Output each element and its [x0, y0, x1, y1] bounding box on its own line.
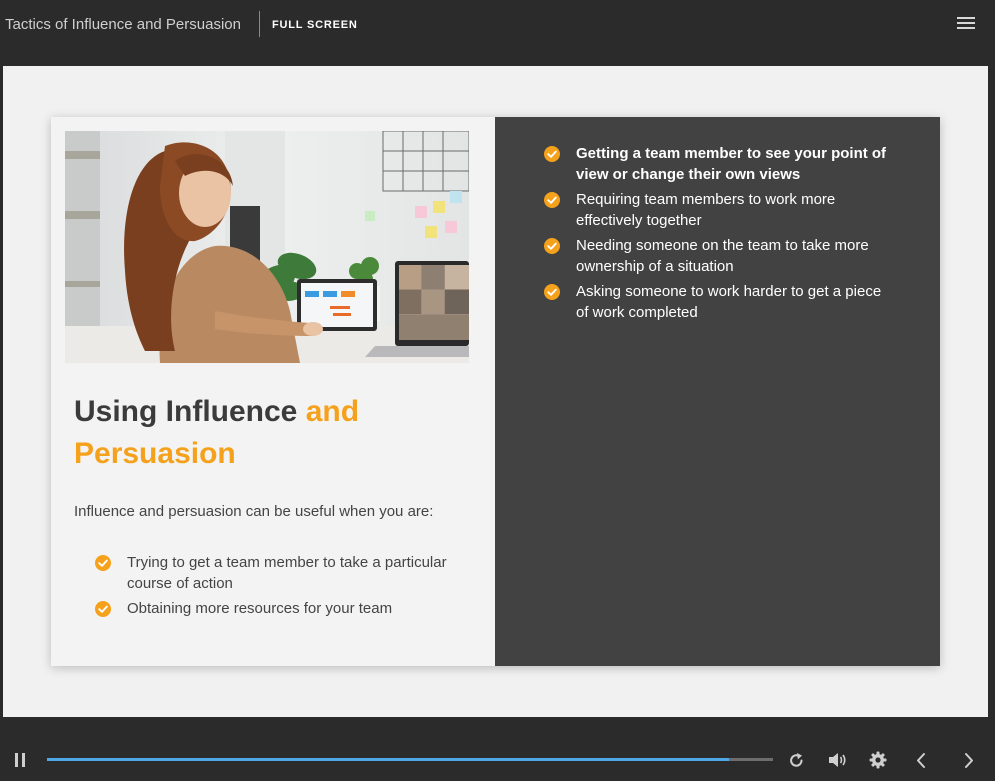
list-item-text: Obtaining more resources for your team: [127, 600, 393, 617]
next-icon[interactable]: [963, 752, 975, 769]
list-item: Needing someone on the team to take more…: [544, 236, 894, 277]
list-item-text: Getting a team member to see your point …: [576, 145, 887, 183]
course-title: Tactics of Influence and Persuasion: [5, 16, 241, 33]
woman-on-video-call-photo: [65, 131, 469, 363]
checkmark-icon: [544, 192, 560, 208]
list-item-text: Requiring team members to work more effe…: [576, 191, 836, 229]
full-screen-button[interactable]: FULL SCREEN: [272, 18, 358, 32]
progress-bar[interactable]: [47, 758, 773, 761]
player-controls: [0, 740, 995, 781]
slide-stage: Using Influence and Persuasion Influence…: [3, 66, 988, 717]
pause-icon[interactable]: [14, 753, 26, 767]
list-item-text: Asking someone to work harder to get a p…: [576, 283, 882, 321]
replay-icon[interactable]: [788, 752, 805, 769]
title-divider: [259, 11, 260, 37]
list-item-text: Needing someone on the team to take more…: [576, 237, 869, 275]
heading-text: Using Influence: [74, 395, 306, 428]
settings-icon[interactable]: [869, 751, 887, 769]
list-item: Requiring team members to work more effe…: [544, 190, 894, 231]
checkmark-icon: [544, 238, 560, 254]
previous-icon[interactable]: [915, 752, 927, 769]
checkmark-icon: [544, 146, 560, 162]
checkmark-icon: [544, 284, 560, 300]
left-checklist: Trying to get a team member to take a pa…: [95, 553, 475, 625]
slide-heading: Using Influence and Persuasion: [74, 391, 474, 475]
slide-left-panel: Using Influence and Persuasion Influence…: [51, 117, 495, 666]
hamburger-menu-icon[interactable]: [957, 17, 975, 31]
progress-bar-fill: [47, 758, 730, 761]
volume-icon[interactable]: [828, 752, 848, 768]
list-item-text: Trying to get a team member to take a pa…: [127, 554, 447, 592]
list-item: Asking someone to work harder to get a p…: [544, 282, 894, 323]
list-item: Getting a team member to see your point …: [544, 144, 894, 185]
right-checklist: Getting a team member to see your point …: [544, 144, 894, 328]
list-item: Obtaining more resources for your team: [95, 599, 475, 620]
slide: Using Influence and Persuasion Influence…: [51, 117, 940, 666]
list-item: Trying to get a team member to take a pa…: [95, 553, 475, 594]
checkmark-icon: [95, 601, 111, 617]
intro-text: Influence and persuasion can be useful w…: [74, 503, 434, 520]
checkmark-icon: [95, 555, 111, 571]
slide-right-panel: Getting a team member to see your point …: [495, 117, 940, 666]
top-bar: Tactics of Influence and Persuasion FULL…: [0, 0, 995, 50]
